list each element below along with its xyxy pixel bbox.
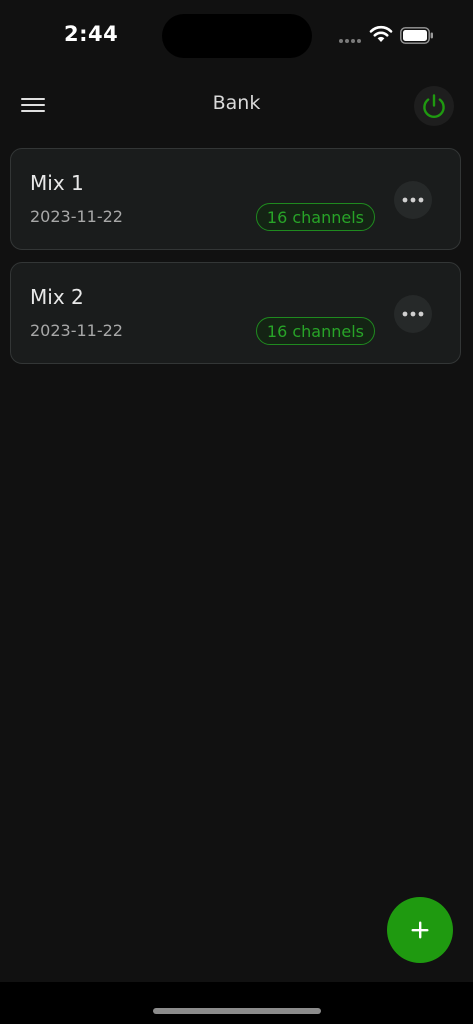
app-screen: 2:44 Bank Mix 1 2023-11-22 16 channels M… bbox=[0, 0, 473, 1024]
more-options-button[interactable] bbox=[394, 295, 432, 333]
mix-name: Mix 1 bbox=[30, 171, 84, 195]
home-indicator[interactable] bbox=[153, 1008, 321, 1014]
battery-icon bbox=[400, 27, 433, 44]
channels-badge: 16 channels bbox=[255, 317, 375, 345]
mix-card[interactable]: Mix 2 2023-11-22 16 channels bbox=[10, 262, 461, 364]
more-horizontal-icon bbox=[402, 311, 424, 317]
mix-date: 2023-11-22 bbox=[30, 321, 123, 340]
status-bar: 2:44 bbox=[0, 0, 473, 70]
mix-name: Mix 2 bbox=[30, 285, 84, 309]
cellular-signal-icon bbox=[339, 39, 361, 43]
mix-list: Mix 1 2023-11-22 16 channels Mix 2 2023-… bbox=[10, 148, 463, 376]
plus-icon bbox=[411, 921, 429, 939]
power-button[interactable] bbox=[414, 86, 454, 126]
page-title: Bank bbox=[212, 92, 261, 114]
channels-badge: 16 channels bbox=[255, 203, 375, 231]
mix-date: 2023-11-22 bbox=[30, 207, 123, 226]
add-mix-button[interactable] bbox=[387, 897, 453, 963]
status-time: 2:44 bbox=[64, 22, 119, 46]
wifi-icon bbox=[369, 25, 393, 42]
more-horizontal-icon bbox=[402, 197, 424, 203]
app-header: Bank bbox=[0, 80, 473, 130]
more-options-button[interactable] bbox=[394, 181, 432, 219]
mix-card[interactable]: Mix 1 2023-11-22 16 channels bbox=[10, 148, 461, 250]
dynamic-island bbox=[162, 14, 312, 58]
bottom-bar bbox=[0, 982, 473, 1024]
power-icon bbox=[423, 94, 445, 118]
